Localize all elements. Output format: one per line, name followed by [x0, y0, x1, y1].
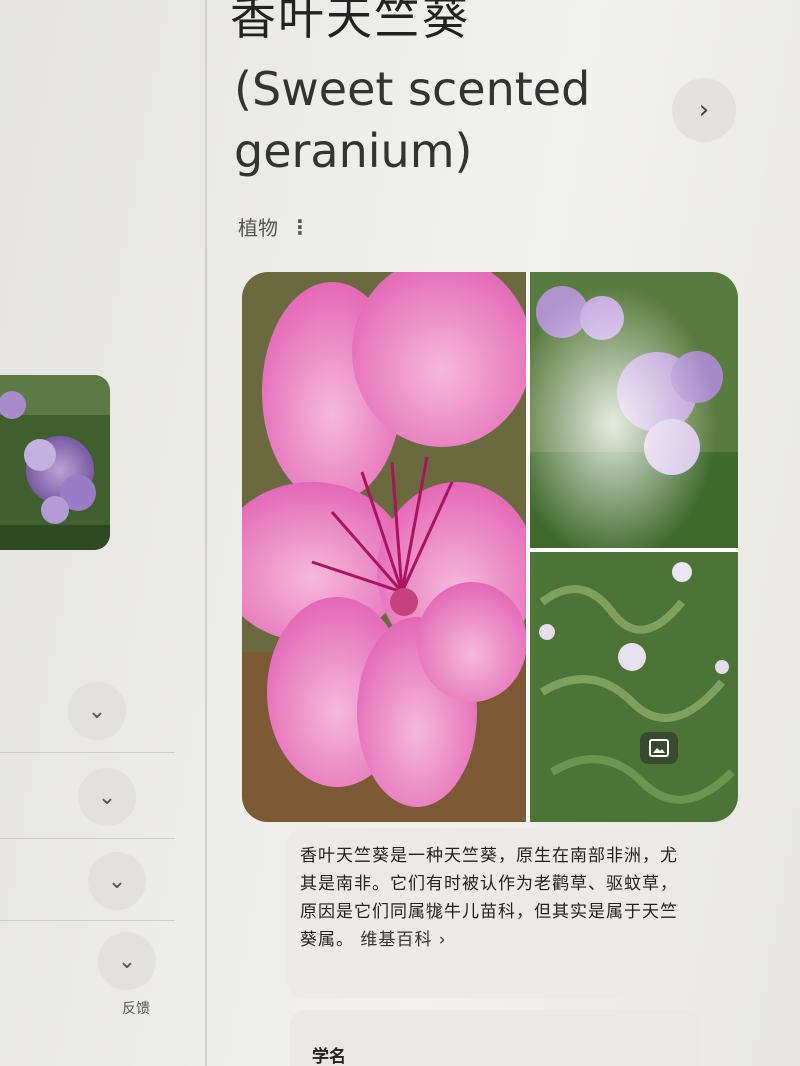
image-gallery	[242, 272, 738, 822]
left-panel: ⌄ ⌄ ⌄ ⌄ 反馈	[0, 0, 205, 1066]
entity-title-en: (Sweet scented geranium)	[234, 62, 591, 178]
chevron-down-icon: ⌄	[97, 784, 117, 810]
chevron-down-icon: ⌄	[107, 868, 127, 894]
expand-button-1[interactable]: ⌄	[68, 682, 126, 740]
description-card: 香叶天竺葵是一种天竺葵，原生在南部非洲，尤其是南非。它们有时被认作为老鹳草、驱蚊…	[286, 828, 696, 998]
feedback-link[interactable]: 反馈	[122, 998, 150, 1018]
more-vert-icon[interactable]: ⋮	[290, 215, 310, 239]
left-thumbnail-image[interactable]	[0, 375, 110, 550]
entity-category-row: 植物 ⋮	[238, 212, 310, 241]
entity-title-cn: 香叶天竺葵	[230, 0, 470, 45]
thumbnail-image-top[interactable]	[530, 272, 738, 548]
entity-category: 植物	[238, 216, 278, 240]
left-divider	[0, 752, 175, 753]
chevron-down-icon: ⌄	[87, 698, 107, 724]
thumbnail-image-bottom[interactable]	[530, 552, 738, 822]
chevron-right-icon: ›	[698, 95, 710, 125]
expand-button-2[interactable]: ⌄	[78, 768, 136, 826]
next-button[interactable]: ›	[672, 78, 736, 142]
scientific-name-label: 学名	[312, 1047, 346, 1066]
expand-button-4[interactable]: ⌄	[98, 932, 156, 990]
wikipedia-link[interactable]: 维基百科 ›	[360, 930, 446, 950]
description-body: 香叶天竺葵是一种天竺葵，原生在南部非洲，尤其是南非。它们有时被认作为老鹳草、驱蚊…	[300, 846, 678, 950]
left-divider	[0, 838, 175, 839]
image-icon[interactable]	[640, 732, 678, 764]
screen: ⌄ ⌄ ⌄ ⌄ 反馈 香叶天竺葵 (Sweet scented geranium…	[0, 0, 800, 1066]
expand-button-3[interactable]: ⌄	[88, 852, 146, 910]
panel-divider	[205, 0, 207, 1066]
chevron-down-icon: ⌄	[117, 948, 137, 974]
scientific-name-card: 学名	[290, 1010, 700, 1066]
left-divider	[0, 920, 175, 921]
main-flower-image[interactable]	[242, 272, 537, 822]
description-text: 香叶天竺葵是一种天竺葵，原生在南部非洲，尤其是南非。它们有时被认作为老鹳草、驱蚊…	[300, 842, 680, 954]
